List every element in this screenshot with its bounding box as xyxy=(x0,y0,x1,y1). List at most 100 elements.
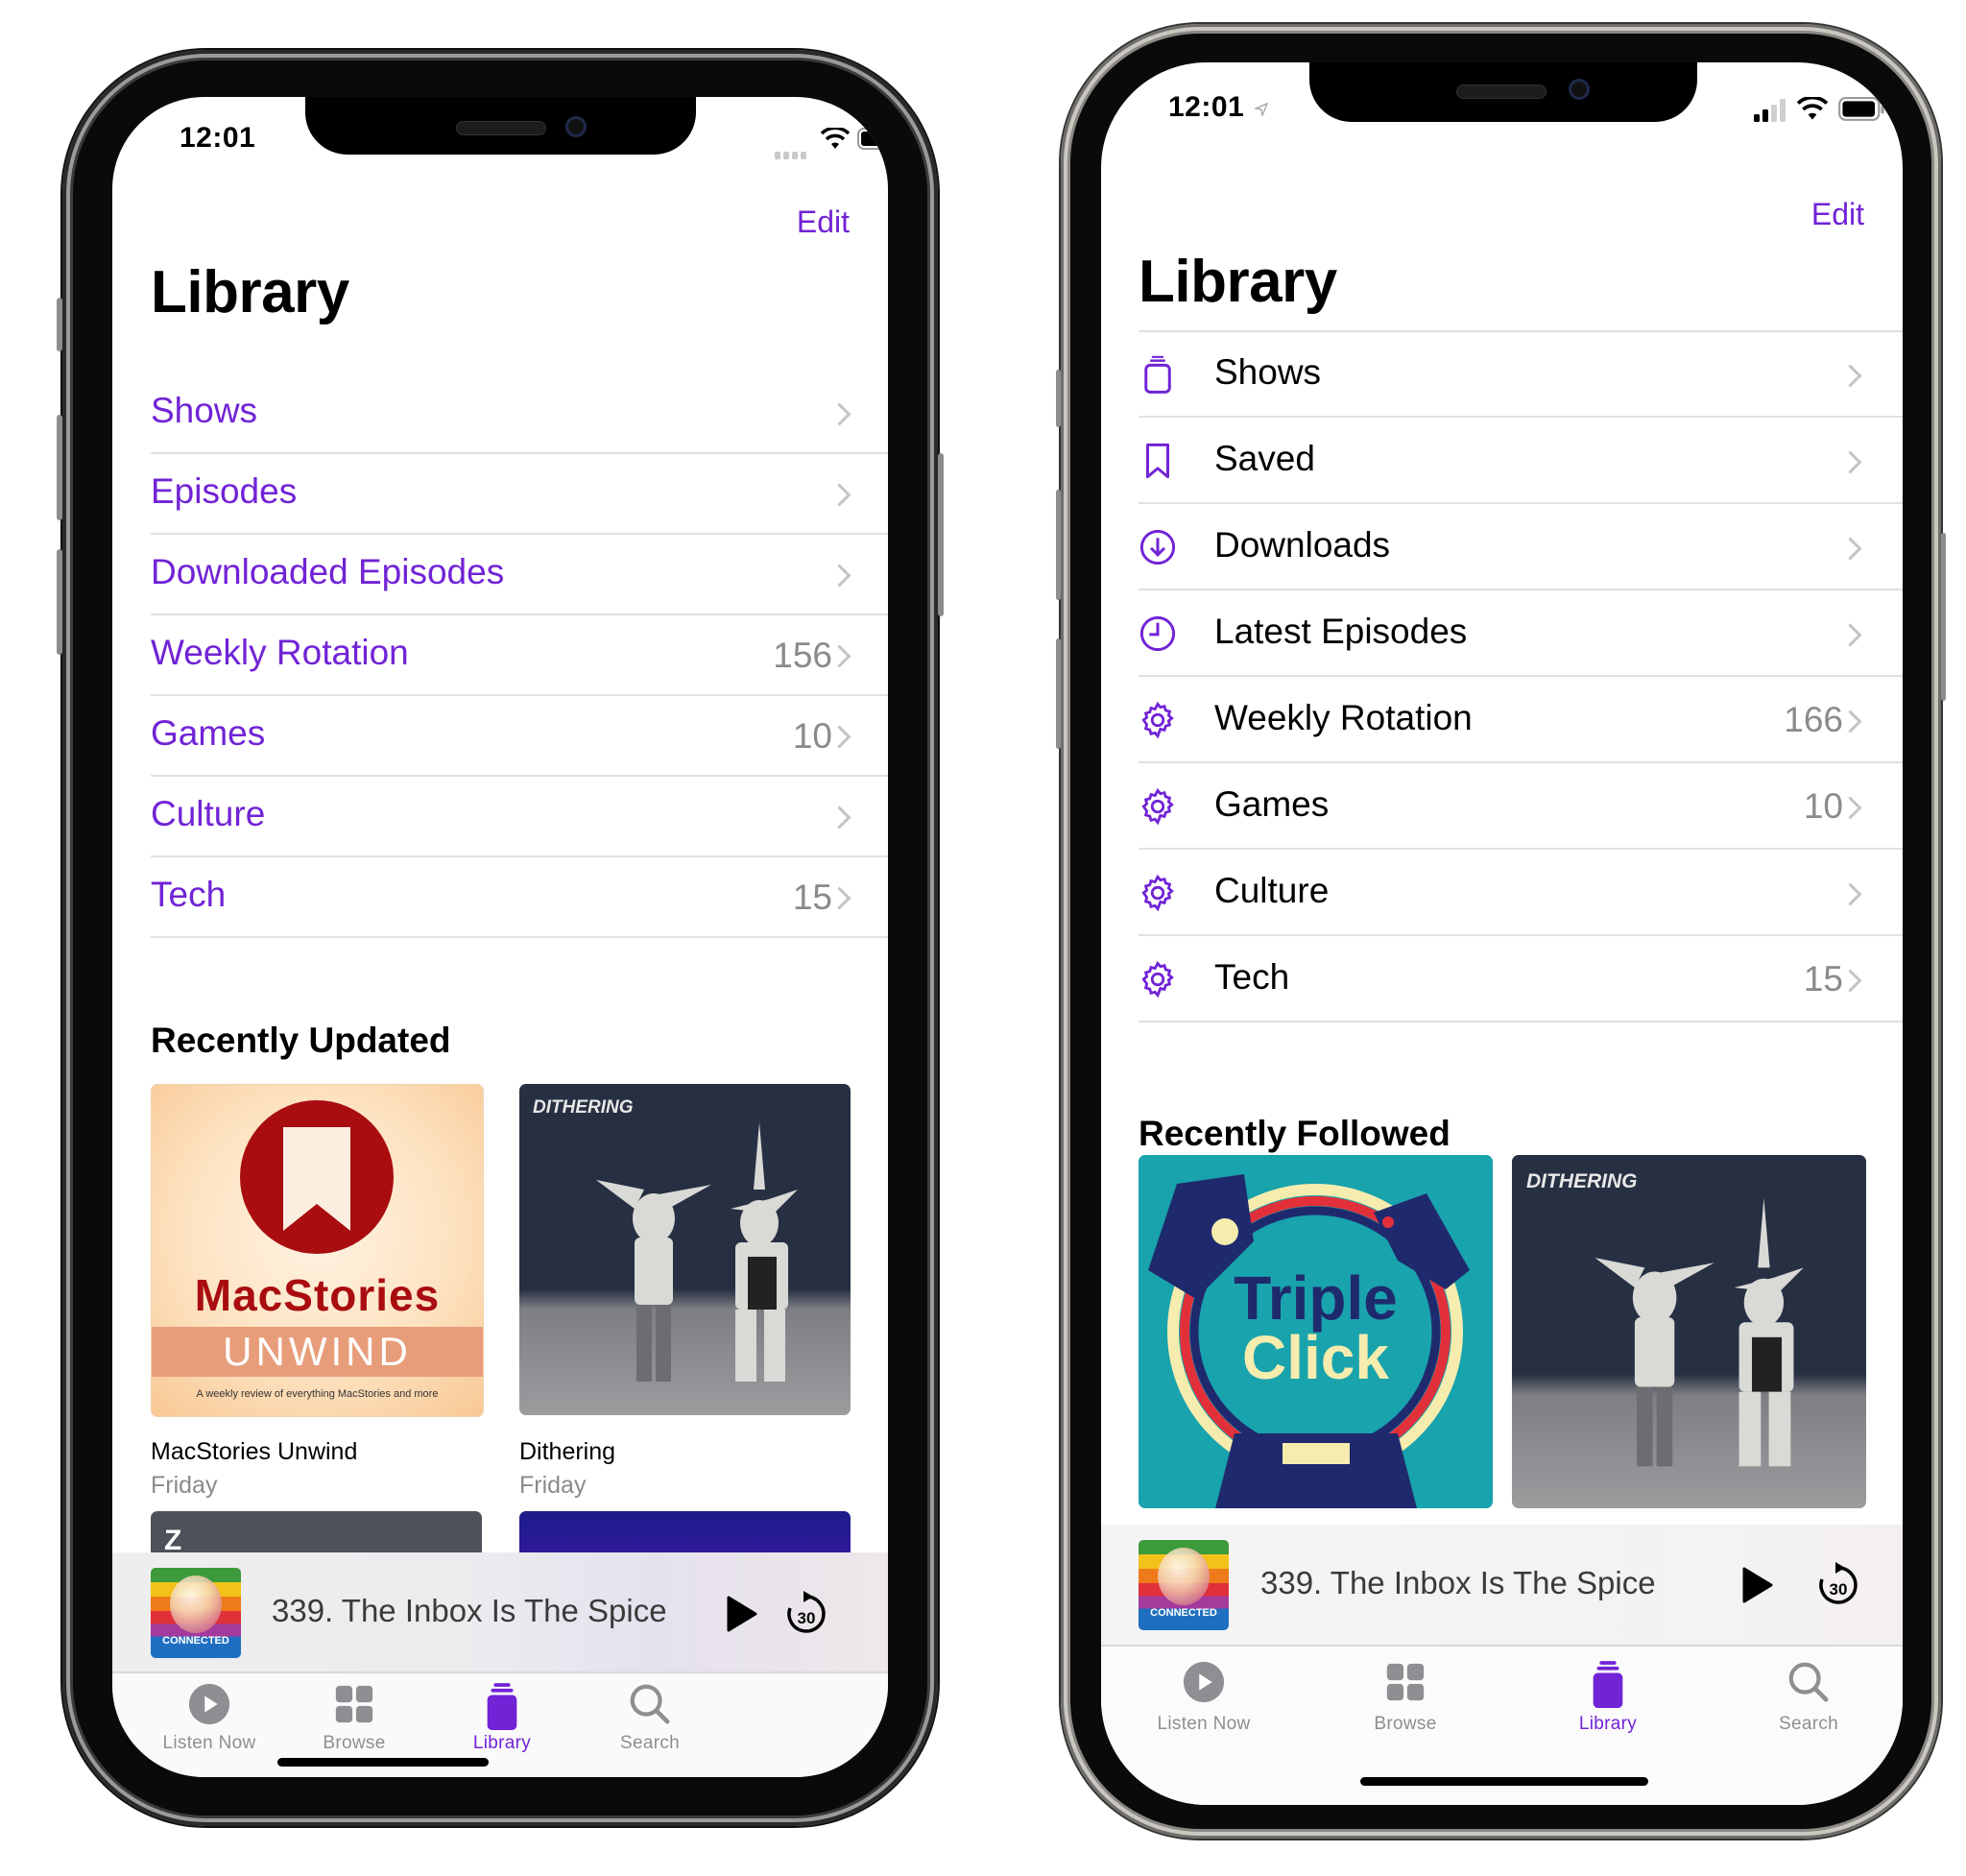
list-item-label: Episodes xyxy=(151,471,298,511)
list-item-culture[interactable]: Culture xyxy=(1101,850,1903,936)
play-icon[interactable] xyxy=(1742,1567,1773,1608)
show-artwork-dithering[interactable]: DITHERING xyxy=(1512,1155,1866,1508)
list-item-label: Culture xyxy=(1214,871,1330,910)
volume-up-button xyxy=(57,415,62,520)
list-item-saved[interactable]: Saved xyxy=(1101,418,1903,504)
chevron-right-icon xyxy=(827,483,851,507)
row-separator xyxy=(1139,1021,1903,1022)
tab-bar: Listen Now Browse Library Search xyxy=(112,1673,888,1777)
gear-icon xyxy=(1138,873,1178,918)
art-title: DITHERING xyxy=(1526,1170,1638,1192)
mini-player[interactable]: CONNECTED 339. The Inbox Is The Spice 30 xyxy=(112,1552,888,1673)
list-item-label: Downloads xyxy=(1214,525,1391,565)
page-title: Library xyxy=(1139,249,1337,315)
gear-icon xyxy=(1138,786,1178,831)
chevron-right-icon xyxy=(1838,450,1862,474)
art-title-line2: Click xyxy=(1242,1323,1389,1392)
macstories-bookmark-logo xyxy=(240,1100,394,1254)
chevron-right-icon xyxy=(1838,537,1862,561)
show-artwork-dithering[interactable]: DITHERING xyxy=(519,1084,851,1415)
silent-switch xyxy=(1056,370,1061,427)
mini-player-artwork[interactable]: CONNECTED xyxy=(1139,1540,1229,1630)
chevron-right-icon xyxy=(827,564,851,588)
list-item-shows[interactable]: Shows xyxy=(1101,331,1903,418)
tab-label: Search xyxy=(1778,1714,1838,1734)
front-camera xyxy=(565,116,587,137)
show-title[interactable]: MacStories Unwind xyxy=(151,1438,357,1466)
list-item-label: Weekly Rotation xyxy=(1214,698,1473,737)
gear-icon xyxy=(1138,700,1178,745)
cellular-bars-icon xyxy=(1754,99,1790,127)
list-item-shows[interactable]: Shows xyxy=(112,373,888,454)
tab-browse[interactable]: Browse xyxy=(1309,1647,1501,1743)
home-indicator[interactable] xyxy=(1360,1777,1648,1786)
art-tagline: A weekly review of everything MacStories… xyxy=(196,1388,439,1400)
silent-switch xyxy=(57,298,62,351)
home-indicator[interactable] xyxy=(277,1758,489,1767)
speaker-grille xyxy=(456,121,546,135)
list-item-tech[interactable]: Tech 15 xyxy=(112,857,888,938)
play-icon[interactable] xyxy=(727,1596,757,1637)
edit-button[interactable]: Edit xyxy=(1811,197,1864,232)
wifi-icon xyxy=(820,126,851,156)
list-item-label: Games xyxy=(1214,784,1330,824)
search-icon xyxy=(1786,1660,1831,1709)
edit-button[interactable]: Edit xyxy=(797,204,850,240)
battery-icon xyxy=(857,128,888,156)
skip-forward-30-icon[interactable]: 30 xyxy=(784,1589,828,1642)
chevron-right-icon xyxy=(827,402,851,426)
list-item-weekly-rotation[interactable]: Weekly Rotation 156 xyxy=(112,615,888,696)
list-item-culture[interactable]: Culture xyxy=(112,777,888,857)
skip-forward-30-icon[interactable]: 30 xyxy=(1816,1560,1860,1613)
list-item-label: Downloaded Episodes xyxy=(151,552,505,591)
grid-icon xyxy=(332,1682,376,1731)
tab-search[interactable]: Search xyxy=(1713,1647,1903,1743)
clock-icon xyxy=(1138,613,1178,659)
mini-player[interactable]: CONNECTED 339. The Inbox Is The Spice 30 xyxy=(1101,1525,1903,1647)
row-separator xyxy=(151,936,888,938)
speaker-grille xyxy=(1456,84,1546,99)
side-button xyxy=(938,453,944,616)
list-item-label: Weekly Rotation xyxy=(151,633,409,672)
volume-down-button xyxy=(57,549,62,655)
front-camera xyxy=(1569,79,1590,100)
list-item-label: Saved xyxy=(1214,439,1315,478)
list-item-label: Latest Episodes xyxy=(1214,612,1468,651)
tab-listen-now[interactable]: Listen Now xyxy=(1108,1647,1300,1743)
list-item-downloads[interactable]: Downloads xyxy=(1101,504,1903,590)
tab-search[interactable]: Search xyxy=(554,1673,746,1769)
svg-text:30: 30 xyxy=(1830,1580,1848,1599)
battery-icon xyxy=(1838,97,1886,127)
show-updated: Friday xyxy=(151,1472,218,1499)
list-item-games[interactable]: Games 10 xyxy=(1101,763,1903,850)
library-stack-icon xyxy=(1586,1660,1630,1715)
tab-library[interactable]: Library xyxy=(1512,1647,1704,1743)
list-item-count: 15 xyxy=(1803,959,1843,998)
list-item-games[interactable]: Games 10 xyxy=(112,696,888,777)
list-item-downloaded-episodes[interactable]: Downloaded Episodes xyxy=(112,535,888,615)
list-item-label: Games xyxy=(151,713,266,753)
show-title[interactable]: Dithering xyxy=(519,1438,615,1466)
grid-icon xyxy=(1383,1660,1427,1709)
chevron-right-icon xyxy=(1838,882,1862,906)
search-icon xyxy=(628,1682,672,1731)
list-item-label: Shows xyxy=(151,391,258,430)
play-circle-icon xyxy=(187,1682,231,1731)
list-item-tech[interactable]: Tech 15 xyxy=(1101,936,1903,1022)
now-playing-title[interactable]: 339. The Inbox Is The Spice xyxy=(1260,1565,1656,1601)
location-arrow-icon xyxy=(1253,102,1269,121)
list-item-latest-episodes[interactable]: Latest Episodes xyxy=(1101,590,1903,677)
svg-text:30: 30 xyxy=(798,1609,816,1627)
show-artwork-triple-click[interactable]: Triple Click xyxy=(1139,1155,1493,1508)
list-item-weekly-rotation[interactable]: Weekly Rotation 166 xyxy=(1101,677,1903,763)
dithering-photo xyxy=(1594,1198,1804,1467)
right-screen: 12:01 Edit Library Shows Saved Downloads La… xyxy=(1101,62,1903,1805)
list-item-episodes[interactable]: Episodes xyxy=(112,454,888,535)
tab-label: Listen Now xyxy=(1157,1714,1251,1734)
tab-label: Search xyxy=(619,1733,680,1753)
show-artwork-macstories-unwind[interactable]: MacStories UNWIND A weekly review of eve… xyxy=(151,1084,484,1417)
now-playing-title[interactable]: 339. The Inbox Is The Spice xyxy=(272,1593,667,1629)
left-screen: 12:01 Edit Library Shows Episodes Download… xyxy=(112,97,888,1777)
mini-player-artwork[interactable]: CONNECTED xyxy=(151,1568,241,1658)
dithering-photo xyxy=(596,1122,798,1382)
